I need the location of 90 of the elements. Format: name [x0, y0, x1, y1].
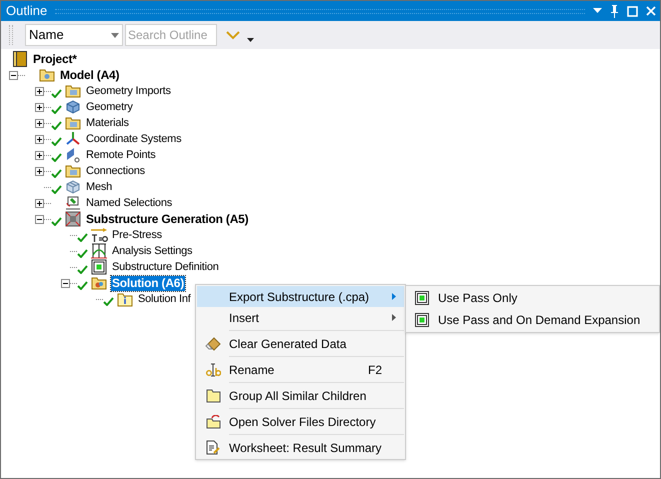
- folder-icon: [206, 388, 220, 402]
- tree-item[interactable]: Solution (A6): [111, 276, 186, 290]
- solution-icon: [91, 276, 107, 290]
- folder-icon: [65, 84, 81, 98]
- analysis-icon: [65, 211, 81, 227]
- check-icon: [103, 297, 114, 306]
- check-icon: [77, 233, 88, 242]
- mesh-icon: [65, 180, 81, 194]
- collapse-toggle[interactable]: [9, 70, 18, 80]
- tree-item[interactable]: Remote Points: [85, 148, 157, 162]
- tree-item[interactable]: Geometry Imports: [85, 84, 172, 98]
- window-title: Outline: [6, 2, 48, 20]
- tree-item[interactable]: Named Selections: [85, 196, 174, 210]
- check-icon: [51, 169, 62, 178]
- check-icon: [51, 185, 62, 194]
- pin-icon[interactable]: [610, 4, 619, 18]
- plus-icon: [36, 88, 43, 94]
- folder-icon: [65, 164, 81, 178]
- submenu-arrow-icon: [392, 314, 396, 321]
- tree-item[interactable]: Model (A4): [59, 68, 120, 82]
- substructure-icon: [415, 291, 429, 305]
- check-icon: [51, 121, 62, 130]
- folder-icon: [65, 116, 81, 130]
- tree-item[interactable]: Pre-Stress: [111, 228, 163, 242]
- tree-item[interactable]: Substructure Definition: [111, 260, 220, 274]
- plus-icon: [36, 152, 43, 158]
- collapse-toggle[interactable]: [61, 278, 70, 288]
- tree-item[interactable]: Geometry: [85, 100, 134, 114]
- check-icon: [51, 89, 62, 98]
- folder-icon: [206, 414, 220, 428]
- submenu-arrow-icon: [392, 293, 396, 300]
- substructure-icon: [415, 313, 429, 327]
- point-icon: [65, 147, 81, 163]
- menu-item[interactable]: Group All Similar Children: [197, 385, 404, 406]
- dropdown-icon[interactable]: [247, 38, 254, 42]
- folder-icon: [39, 68, 55, 82]
- tree-item[interactable]: Substructure Generation (A5): [85, 212, 250, 226]
- plus-icon: [36, 120, 43, 126]
- caret-icon: [111, 32, 119, 38]
- shortcut-label: F2: [368, 362, 382, 378]
- close-icon[interactable]: [646, 6, 656, 16]
- rename-icon: [205, 362, 221, 376]
- worksheet-icon: [206, 440, 220, 455]
- filter-dropdown[interactable]: Name: [25, 24, 123, 46]
- menu-item[interactable]: Open Solver Files Directory: [197, 411, 404, 432]
- expand-toggle[interactable]: [35, 150, 44, 160]
- tree-item[interactable]: Materials: [85, 116, 130, 130]
- expand-toggle[interactable]: [35, 118, 44, 128]
- check-icon: [51, 105, 62, 114]
- prestress-icon: [90, 227, 108, 243]
- selection-icon: [65, 195, 81, 211]
- expand-toggle[interactable]: [35, 86, 44, 96]
- check-icon: [77, 265, 88, 274]
- plus-icon: [36, 168, 43, 174]
- grip-icon: [9, 25, 13, 45]
- expand-toggle[interactable]: [35, 166, 44, 176]
- tree-item[interactable]: Connections: [85, 164, 146, 178]
- settings-icon: [90, 243, 108, 259]
- check-icon: [51, 137, 62, 146]
- check-icon: [77, 281, 88, 290]
- menu-item[interactable]: Insert: [197, 307, 404, 328]
- tree-item[interactable]: Coordinate Systems: [85, 132, 182, 146]
- menu-item[interactable]: Export Substructure (.cpa): [197, 286, 404, 307]
- tree-item[interactable]: Mesh: [85, 180, 114, 194]
- plus-icon: [36, 200, 43, 206]
- search-field[interactable]: Search Outline: [125, 24, 217, 46]
- eraser-icon: [205, 336, 221, 350]
- expand-toggle[interactable]: [35, 198, 44, 208]
- menu-item[interactable]: Clear Generated Data: [197, 333, 404, 354]
- expand-toggle[interactable]: [35, 102, 44, 112]
- menu-item[interactable]: Worksheet: Result Summary: [197, 437, 404, 458]
- check-icon: [51, 217, 62, 226]
- book-icon: [13, 51, 27, 67]
- collapse-toggle[interactable]: [35, 214, 44, 224]
- tree-item[interactable]: Project*: [32, 52, 78, 66]
- check-icon: [51, 153, 62, 162]
- substructure-icon: [91, 259, 107, 275]
- check-icon: [77, 249, 88, 258]
- tree-item[interactable]: Solution Inf: [137, 292, 192, 306]
- plus-icon: [36, 104, 43, 110]
- expand-toggle[interactable]: [35, 134, 44, 144]
- plus-icon: [36, 136, 43, 142]
- menu-item[interactable]: Use Pass and On Demand Expansion: [406, 309, 659, 331]
- menu-item[interactable]: Use Pass Only: [406, 287, 659, 309]
- maximize-icon[interactable]: [627, 6, 638, 16]
- tree-item[interactable]: Analysis Settings: [111, 244, 194, 258]
- info-icon: [117, 291, 133, 307]
- axes-icon: [65, 131, 81, 147]
- menu-item[interactable]: Rename F2: [197, 359, 404, 380]
- cube-icon: [65, 100, 81, 114]
